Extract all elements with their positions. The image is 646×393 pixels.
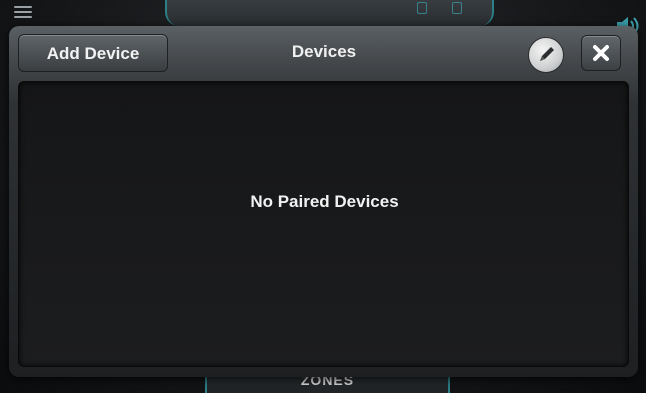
device-list-area: No Paired Devices (18, 81, 629, 367)
empty-state-message: No Paired Devices (250, 192, 399, 211)
pencil-icon (540, 47, 554, 61)
edit-button[interactable] (528, 37, 564, 73)
close-icon (593, 45, 609, 61)
screen: ZONES Add Device Devices No Paired Devic… (0, 0, 646, 393)
top-bar-background (165, 0, 494, 26)
dialog-header: Add Device Devices (9, 26, 638, 82)
dialog-title: Devices (291, 42, 357, 61)
hidden-status-icon (452, 2, 462, 14)
hamburger-menu-icon[interactable] (14, 6, 32, 18)
hidden-status-icon (417, 2, 427, 14)
close-button[interactable] (581, 35, 621, 71)
add-device-button[interactable]: Add Device (18, 34, 168, 72)
devices-dialog: Add Device Devices No Paired Devices (9, 26, 638, 377)
